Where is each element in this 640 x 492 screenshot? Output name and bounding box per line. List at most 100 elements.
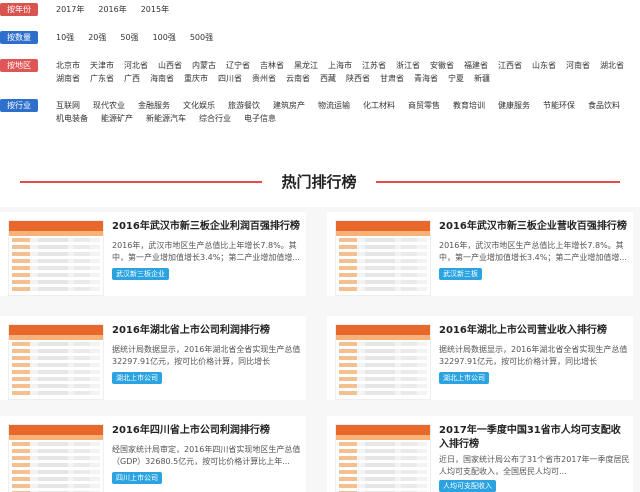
ranking-card[interactable]: 2016年湖北上市公司营业收入排行榜据统计局数据显示，2016年湖北省全省实现生…	[327, 316, 633, 400]
filter-option[interactable]: 江苏省	[362, 59, 386, 72]
ranking-tag[interactable]: 湖北上市公司	[112, 372, 162, 384]
filter-option[interactable]: 河北省	[124, 59, 148, 72]
ranking-description: 2016年，武汉市地区生产总值比上年增长7.8%。其中，第一产业增加值增长3.4…	[112, 241, 300, 262]
filter-option[interactable]: 物流运输	[318, 99, 350, 112]
filter-option[interactable]: 山西省	[158, 59, 182, 72]
filter-option[interactable]: 内蒙古	[192, 59, 216, 72]
filter-option[interactable]: 化工材料	[363, 99, 395, 112]
filter-options-count: 10强 20强 50强 100强 500强	[56, 31, 636, 44]
ranking-tag[interactable]: 人均可支配收入	[439, 480, 496, 492]
filter-option[interactable]: 能源矿产	[101, 112, 133, 125]
filter-option[interactable]: 2016年	[98, 3, 126, 16]
filter-option[interactable]: 重庆市	[184, 72, 208, 85]
filter-option[interactable]: 互联网	[56, 99, 80, 112]
filter-option[interactable]: 现代农业	[93, 99, 125, 112]
ranking-thumbnail[interactable]	[8, 324, 104, 400]
ranking-card[interactable]: 2016年武汉市新三板企业营收百强排行榜 2016年，武汉市地区生产总值比上年增长…	[327, 212, 633, 296]
filter-option[interactable]: 新疆	[474, 72, 490, 85]
ranking-tag[interactable]: 武汉新三板企业	[112, 268, 169, 280]
filter-option[interactable]: 100强	[153, 31, 176, 44]
ranking-tag[interactable]: 武汉新三板	[439, 268, 482, 280]
section-title: 热门排行榜	[262, 170, 376, 194]
ranking-card[interactable]: 2016年四川省上市公司利润排行榜经国家统计局审定，2016年四川省实现地区生产…	[0, 416, 306, 492]
ranking-title[interactable]: 2016年湖北上市公司营业收入排行榜	[439, 324, 629, 338]
filter-option[interactable]: 浙江省	[396, 59, 420, 72]
filter-option[interactable]: 四川省	[218, 72, 242, 85]
ranking-description: 近日，国家统计局公布了31个省市2017年一季度居民人均可支配收入，全国居民人均…	[439, 455, 630, 476]
ranking-card[interactable]: 2016年武汉市新三板企业利润百强排行榜 2016年，武汉市地区生产总值比上年增长…	[0, 212, 306, 296]
filter-option[interactable]: 湖南省	[56, 72, 80, 85]
ranking-thumbnail[interactable]	[8, 424, 104, 492]
ranking-title[interactable]: 2016年武汉市新三板企业利润百强排行榜	[112, 220, 302, 234]
filter-options-industry: 互联网 现代农业 金融服务 文化娱乐 旅游餐饮 建筑房产 物流运输 化工材料 商贸零售 教育培训健…	[56, 99, 636, 125]
filter-option[interactable]: 北京市	[56, 59, 80, 72]
filter-option[interactable]: 教育培训	[453, 99, 485, 112]
filter-option[interactable]: 20强	[88, 31, 106, 44]
ranking-thumbnail[interactable]	[335, 220, 431, 296]
filter-option[interactable]: 安徽省	[430, 59, 454, 72]
filter-option[interactable]: 广西	[124, 72, 140, 85]
filter-option[interactable]: 500强	[190, 31, 213, 44]
filter-option[interactable]: 新能源汽车	[146, 112, 186, 125]
ranking-title[interactable]: 2017年一季度中国31省市人均可支配收入排行榜	[439, 424, 629, 452]
filter-option[interactable]: 食品饮料	[588, 99, 620, 112]
filter-options-year: 2017年 2016年 2015年	[56, 3, 636, 16]
filter-option[interactable]: 河南省	[566, 59, 590, 72]
filter-option[interactable]: 辽宁省	[226, 59, 250, 72]
filter-option[interactable]: 贵州省	[252, 72, 276, 85]
filter-label-region: 按地区	[0, 59, 38, 72]
filter-option[interactable]: 金融服务	[138, 99, 170, 112]
ranking-card[interactable]: 2016年湖北省上市公司利润排行榜据统计局数据显示，2016年湖北省全省实现生产…	[0, 316, 306, 400]
filter-options-region: 北京市 天津市 河北省 山西省 内蒙古 辽宁省 吉林省 黑龙江 上海市 江苏省 浙江省 安徽省 福建省江…	[56, 59, 636, 85]
filter-row-industry: 按行业 互联网 现代农业 金融服务 文化娱乐 旅游餐饮 建筑房产 物流运输 化工材料 商贸零售教…	[0, 99, 636, 125]
filter-option[interactable]: 海南省	[150, 72, 174, 85]
ranking-title[interactable]: 2016年湖北省上市公司利润排行榜	[112, 324, 302, 338]
filter-option[interactable]: 西藏	[320, 72, 336, 85]
filter-option[interactable]: 50强	[120, 31, 138, 44]
filter-option[interactable]: 广东省	[90, 72, 114, 85]
ranking-thumbnail[interactable]	[335, 324, 431, 400]
filter-option[interactable]: 天津市	[90, 59, 114, 72]
filter-option[interactable]: 江西省	[498, 59, 522, 72]
filter-option[interactable]: 健康服务	[498, 99, 530, 112]
filter-option[interactable]: 宁夏	[448, 72, 464, 85]
filter-option[interactable]: 机电装备	[56, 112, 88, 125]
filter-option[interactable]: 上海市	[328, 59, 352, 72]
filter-option[interactable]: 青海省	[414, 72, 438, 85]
filter-option[interactable]: 陕西省	[346, 72, 370, 85]
filter-option[interactable]: 吉林省	[260, 59, 284, 72]
filter-option[interactable]: 节能环保	[543, 99, 575, 112]
filter-label-industry: 按行业	[0, 99, 38, 112]
filter-option[interactable]: 综合行业	[199, 112, 231, 125]
ranking-thumbnail[interactable]	[8, 220, 104, 296]
ranking-description: 据统计局数据显示，2016年湖北省全省实现生产总值32297.91亿元，按可比价…	[112, 345, 301, 366]
filter-option[interactable]: 商贸零售	[408, 99, 440, 112]
filter-option[interactable]: 黑龙江	[294, 59, 318, 72]
filter-option[interactable]: 旅游餐饮	[228, 99, 260, 112]
filter-option[interactable]: 湖北省	[600, 59, 624, 72]
ranking-description: 据统计局数据显示，2016年湖北省全省实现生产总值32297.91亿元，按可比价…	[439, 345, 628, 366]
filter-option[interactable]: 甘肃省	[380, 72, 404, 85]
ranking-tag[interactable]: 四川上市公司	[112, 472, 162, 484]
ranking-title[interactable]: 2016年武汉市新三板企业营收百强排行榜	[439, 220, 629, 234]
filter-panel: 按年份 2017年 2016年 2015年 按数量 10强 20强 50强 100强 500…	[0, 0, 640, 140]
filter-label-count: 按数量	[0, 31, 38, 44]
ranking-card[interactable]: 2017年一季度中国31省市人均可支配收入排行榜近日，国家统计局公布了31个省市…	[327, 416, 633, 492]
filter-row-region: 按地区 北京市 天津市 河北省 山西省 内蒙古 辽宁省 吉林省 黑龙江 上海市 江苏省 浙江省 安徽省…	[0, 59, 636, 85]
ranking-thumbnail[interactable]	[335, 424, 431, 492]
ranking-title[interactable]: 2016年四川省上市公司利润排行榜	[112, 424, 302, 438]
filter-option[interactable]: 建筑房产	[273, 99, 305, 112]
filter-label-year: 按年份	[0, 3, 38, 16]
ranking-description: 经国家统计局审定，2016年四川省实现地区生产总值（GDP）32680.5亿元，…	[112, 445, 301, 466]
filter-option[interactable]: 山东省	[532, 59, 556, 72]
hot-ranking-heading: 热门排行榜	[0, 170, 640, 194]
filter-option[interactable]: 文化娱乐	[183, 99, 215, 112]
ranking-tag[interactable]: 湖北上市公司	[439, 372, 489, 384]
ranking-description: 2016年，武汉市地区生产总值比上年增长7.8%。其中，第一产业增加值增长3.4…	[439, 241, 627, 262]
filter-option[interactable]: 2015年	[141, 3, 169, 16]
filter-option[interactable]: 10强	[56, 31, 74, 44]
filter-option[interactable]: 福建省	[464, 59, 488, 72]
filter-option[interactable]: 2017年	[56, 3, 84, 16]
filter-option[interactable]: 电子信息	[244, 112, 276, 125]
filter-option[interactable]: 云南省	[286, 72, 310, 85]
